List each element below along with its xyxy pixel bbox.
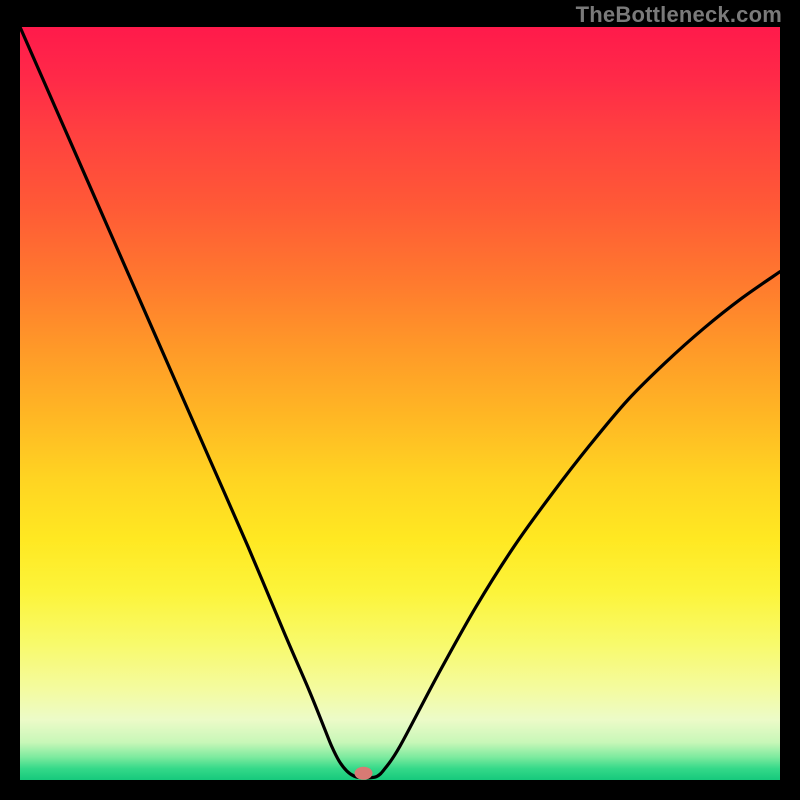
chart-frame: TheBottleneck.com [0,0,800,800]
watermark-text: TheBottleneck.com [576,2,782,28]
curve-path [20,27,780,778]
minimum-marker [355,767,373,780]
bottleneck-curve [20,27,780,780]
plot-area [20,27,780,780]
